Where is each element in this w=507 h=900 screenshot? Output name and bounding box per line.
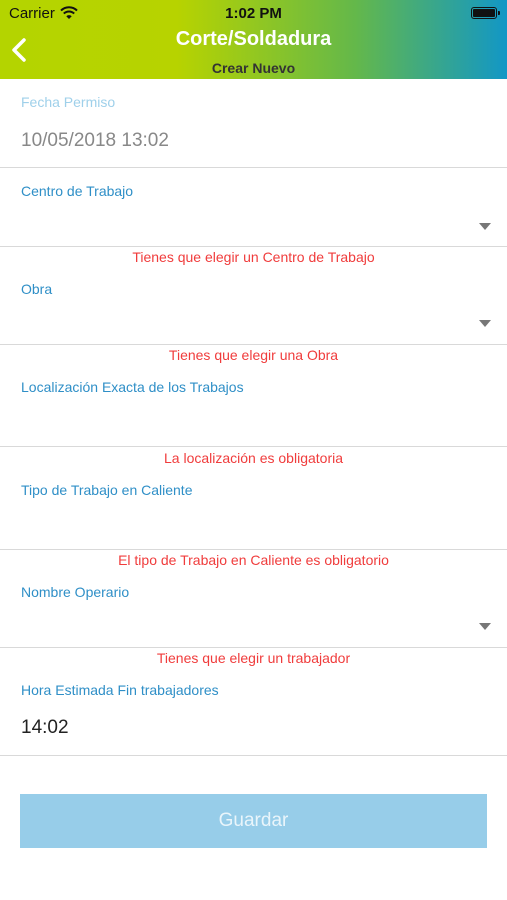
nombre-operario-select[interactable]: Nombre Operario	[0, 571, 507, 647]
clock: 1:02 PM	[225, 5, 282, 22]
tipo-trabajo-input[interactable]: Tipo de Trabajo en Caliente	[0, 469, 507, 549]
divider	[0, 647, 507, 648]
chevron-down-icon[interactable]	[479, 623, 491, 630]
hora-estimada-field[interactable]: Hora Estimada Fin trabajadores 14:02	[0, 669, 507, 755]
centro-trabajo-select[interactable]: Centro de Trabajo	[0, 168, 507, 246]
tipo-trabajo-error: El tipo de Trabajo en Caliente es obliga…	[118, 552, 389, 568]
localizacion-error: La localización es obligatoria	[164, 450, 343, 466]
localizacion-label: Localización Exacta de los Trabajos	[21, 379, 244, 395]
centro-trabajo-error: Tienes que elegir un Centro de Trabajo	[132, 249, 375, 265]
battery-icon	[471, 7, 500, 19]
chevron-down-icon[interactable]	[479, 223, 491, 230]
obra-label: Obra	[21, 281, 53, 297]
fecha-permiso-label: Fecha Permiso	[21, 94, 116, 110]
divider	[0, 446, 507, 447]
divider	[0, 344, 507, 345]
hora-estimada-value: 14:02	[21, 717, 69, 738]
status-bar: Carrier 1:02 PM	[0, 0, 507, 26]
divider	[0, 549, 507, 550]
nombre-operario-error: Tienes que elegir un trabajador	[156, 650, 351, 666]
obra-error: Tienes que elegir una Obra	[168, 347, 339, 363]
page-title: Corte/Soldadura	[175, 28, 332, 50]
page-subtitle: Crear Nuevo	[211, 60, 296, 76]
hora-estimada-label: Hora Estimada Fin trabajadores	[21, 682, 219, 698]
tipo-trabajo-label: Tipo de Trabajo en Caliente	[21, 482, 193, 498]
divider	[0, 246, 507, 247]
fecha-permiso-field[interactable]: Fecha Permiso 10/05/2018 13:02	[0, 79, 507, 167]
save-button[interactable]: Guardar	[20, 794, 487, 848]
nombre-operario-label: Nombre Operario	[21, 584, 130, 600]
localizacion-input[interactable]: Localización Exacta de los Trabajos	[0, 366, 507, 446]
centro-trabajo-label: Centro de Trabajo	[21, 183, 134, 199]
chevron-down-icon[interactable]	[479, 320, 491, 327]
fecha-permiso-value: 10/05/2018 13:02	[21, 130, 169, 151]
obra-select[interactable]: Obra	[0, 268, 507, 344]
divider	[0, 755, 507, 756]
